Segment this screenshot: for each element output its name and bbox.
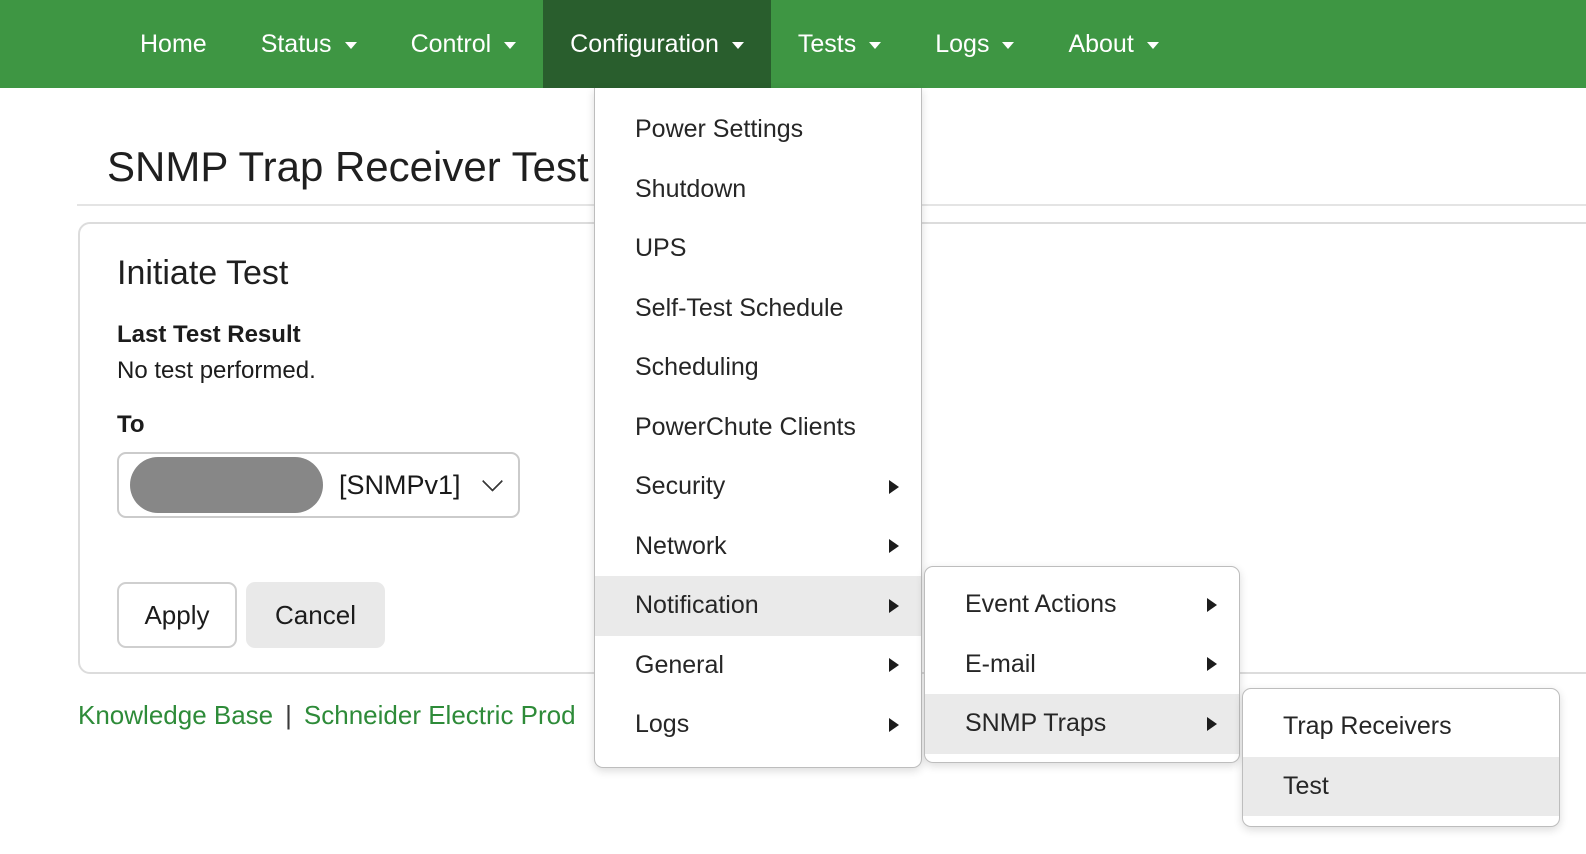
submenu-arrow-icon [889,658,899,672]
caret-down-icon [504,42,516,49]
nav-item-home[interactable]: Home [113,0,234,88]
trap-receiver-protocol: [SNMPv1] [339,470,461,501]
submenu-arrow-icon [889,480,899,494]
submenu-arrow-icon [889,718,899,732]
cancel-button[interactable]: Cancel [246,582,385,648]
configuration-menu-item-powerchute-clients[interactable]: PowerChute Clients [595,398,921,458]
chevron-down-icon [482,470,503,491]
snmp-traps-submenu: Trap Receivers Test [1242,688,1560,827]
caret-down-icon [732,42,744,49]
caret-down-icon [1147,42,1159,49]
snmp-traps-menu-item-test[interactable]: Test [1243,757,1559,817]
knowledge-base-link[interactable]: Knowledge Base [78,700,273,730]
footer-separator: | [273,700,304,730]
configuration-menu-item-security[interactable]: Security [595,457,921,517]
configuration-menu-item-notification[interactable]: Notification [595,576,921,636]
configuration-menu-item-ups[interactable]: UPS [595,219,921,279]
trap-receiver-select[interactable]: [SNMPv1] [117,452,520,518]
configuration-menu: Power Settings Shutdown UPS Self-Test Sc… [594,88,922,768]
trap-receiver-redacted-address [130,457,323,513]
notification-submenu: Event Actions E-mail SNMP Traps [924,566,1240,763]
submenu-arrow-icon [1207,598,1217,612]
configuration-menu-item-shutdown[interactable]: Shutdown [595,160,921,220]
notification-menu-item-e-mail[interactable]: E-mail [925,635,1239,695]
nav-item-about[interactable]: About [1041,0,1185,88]
configuration-menu-item-power-settings[interactable]: Power Settings [595,100,921,160]
snmp-traps-menu-item-trap-receivers[interactable]: Trap Receivers [1243,697,1559,757]
configuration-menu-item-logs[interactable]: Logs [595,695,921,755]
configuration-menu-item-scheduling[interactable]: Scheduling [595,338,921,398]
nav-item-control[interactable]: Control [384,0,544,88]
nav-item-configuration[interactable]: Configuration [543,0,771,88]
nav-item-status[interactable]: Status [234,0,384,88]
notification-menu-item-snmp-traps[interactable]: SNMP Traps [925,694,1239,754]
submenu-arrow-icon [889,599,899,613]
nav-item-logs[interactable]: Logs [908,0,1041,88]
top-navbar: Home Status Control Configuration Tests [0,0,1586,88]
apply-button[interactable]: Apply [117,582,237,648]
configuration-menu-item-self-test-schedule[interactable]: Self-Test Schedule [595,279,921,339]
configuration-menu-item-network[interactable]: Network [595,517,921,577]
submenu-arrow-icon [1207,657,1217,671]
notification-menu-item-event-actions[interactable]: Event Actions [925,575,1239,635]
submenu-arrow-icon [889,539,899,553]
schneider-product-link[interactable]: Schneider Electric Prod [304,700,576,730]
configuration-menu-item-general[interactable]: General [595,636,921,696]
caret-down-icon [345,42,357,49]
caret-down-icon [869,42,881,49]
caret-down-icon [1002,42,1014,49]
submenu-arrow-icon [1207,717,1217,731]
nav-item-tests[interactable]: Tests [771,0,908,88]
